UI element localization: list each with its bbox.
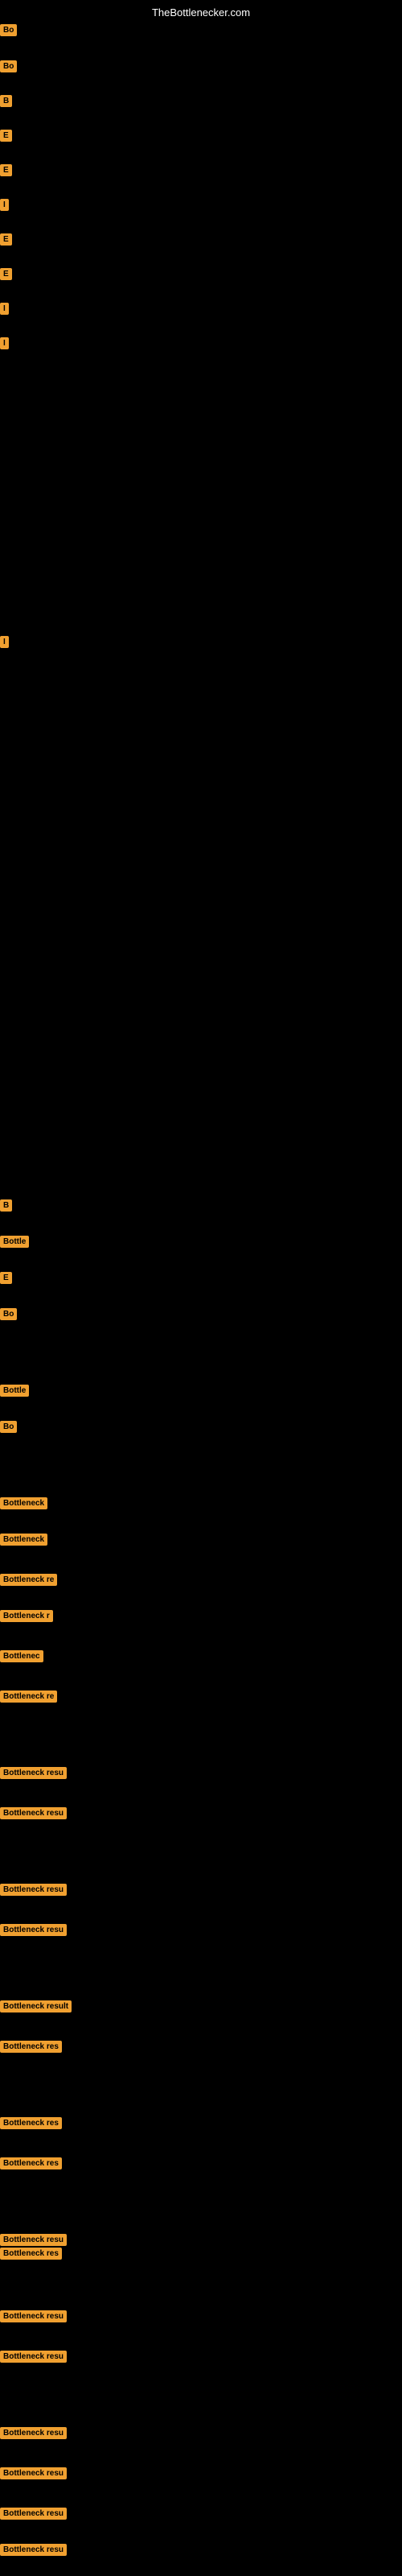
badge-b5: E bbox=[0, 164, 12, 176]
badge-b17: Bo bbox=[0, 1421, 17, 1433]
badge-b12: B bbox=[0, 1199, 12, 1212]
badge-b33: Bottleneck res bbox=[0, 2248, 62, 2260]
badge-b30: Bottleneck res bbox=[0, 2117, 62, 2129]
site-title: TheBottlenecker.com bbox=[152, 6, 250, 19]
badge-b38: Bottleneck resu bbox=[0, 2508, 67, 2520]
badge-b13: Bottle bbox=[0, 1236, 29, 1248]
badge-b35: Bottleneck resu bbox=[0, 2351, 67, 2363]
badge-b26: Bottleneck resu bbox=[0, 1884, 67, 1896]
badge-b18: Bottleneck bbox=[0, 1497, 47, 1509]
badge-b34: Bottleneck resu bbox=[0, 2310, 67, 2322]
badge-b21: Bottleneck r bbox=[0, 1610, 53, 1622]
badge-b27: Bottleneck resu bbox=[0, 1924, 67, 1936]
badge-b2: Bo bbox=[0, 60, 17, 72]
badge-b39: Bottleneck resu bbox=[0, 2544, 67, 2556]
badge-b31: Bottleneck res bbox=[0, 2157, 62, 2169]
badge-b16: Bottle bbox=[0, 1385, 29, 1397]
badge-b37: Bottleneck resu bbox=[0, 2467, 67, 2479]
badge-b11: I bbox=[0, 636, 9, 648]
badge-b15: Bo bbox=[0, 1308, 17, 1320]
badge-b7: E bbox=[0, 233, 12, 246]
badge-b4: E bbox=[0, 130, 12, 142]
badge-b29: Bottleneck res bbox=[0, 2041, 62, 2053]
badge-b24: Bottleneck resu bbox=[0, 1767, 67, 1779]
badge-b9: I bbox=[0, 303, 9, 315]
badge-b6: I bbox=[0, 199, 9, 211]
badge-b3: B bbox=[0, 95, 12, 107]
badge-b19: Bottleneck bbox=[0, 1534, 47, 1546]
badge-b20: Bottleneck re bbox=[0, 1574, 57, 1586]
badge-b32: Bottleneck resu bbox=[0, 2234, 67, 2246]
badge-b8: E bbox=[0, 268, 12, 280]
badge-b25: Bottleneck resu bbox=[0, 1807, 67, 1819]
badge-b28: Bottleneck result bbox=[0, 2000, 72, 2013]
badge-b1: Bo bbox=[0, 24, 17, 36]
badge-b36: Bottleneck resu bbox=[0, 2427, 67, 2439]
badge-b14: E bbox=[0, 1272, 12, 1284]
badge-b22: Bottlenec bbox=[0, 1650, 43, 1662]
badge-b23: Bottleneck re bbox=[0, 1690, 57, 1703]
badge-b10: I bbox=[0, 337, 9, 349]
